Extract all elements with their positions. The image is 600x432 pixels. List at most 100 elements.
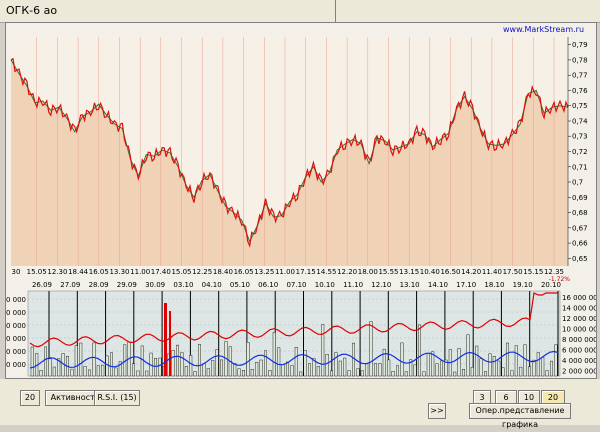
volume-bar: [153, 358, 157, 377]
volume-bar: [382, 348, 386, 377]
price-y-tick-label: 0,72: [572, 148, 588, 156]
volume-bar: [114, 367, 118, 377]
volume-bar: [197, 344, 201, 377]
price-y-tick-label: 0,78: [572, 56, 588, 64]
volume-bar: [457, 348, 461, 377]
volume-bar: [215, 349, 219, 377]
volume-bar: [369, 321, 373, 377]
volume-bar: [101, 364, 105, 377]
price-x-tick-label: 10.40: [420, 268, 440, 276]
volume-bar: [131, 363, 135, 377]
price-x-tick-label: 16.50: [440, 268, 460, 276]
price-x-tick-label: 12.25: [192, 268, 212, 276]
price-x-tick-label: 13.30: [109, 268, 129, 276]
volume-bar: [316, 366, 320, 377]
bottom-toolbar: 20 Активность R.S.I. (15) 3 дн. 6 дн. 10…: [0, 379, 600, 429]
volume-bar: [180, 352, 184, 377]
volume-bar: [70, 368, 74, 377]
volume-right-tick-label: 12 000 000: [562, 315, 596, 323]
volume-bar: [321, 324, 325, 377]
volume-bar: [96, 365, 100, 377]
title-divider: [335, 0, 336, 22]
volume-bar: [343, 357, 347, 377]
volume-bar: [299, 371, 303, 377]
price-x-tick-label: 14.55: [316, 268, 336, 276]
price-y-tick-label: 0,76: [572, 87, 588, 95]
volume-left-tick-label: 30 000: [6, 335, 26, 343]
price-x-axis: 30 15.05 12.30 18.44 16.05 13.30 11.00 17.40 15.…: [12, 268, 564, 276]
volume-bar: [360, 370, 364, 377]
view-mode-button[interactable]: Опер.представление графика: [469, 403, 571, 429]
volume-bar: [330, 370, 334, 377]
rsi-button[interactable]: R.S.I. (15): [94, 390, 140, 406]
price-x-tick-label: 13.25: [254, 268, 274, 276]
volume-bar: [422, 371, 426, 377]
volume-bar: [391, 371, 395, 377]
volume-bar: [74, 345, 78, 377]
price-x-tick-label: 13.15: [399, 268, 419, 276]
volume-left-tick-label: 10 000: [6, 361, 26, 369]
price-x-tick-label: 15.55: [378, 268, 398, 276]
volume-right-tick-label: 14 000 000: [562, 305, 596, 313]
volume-bar: [83, 366, 87, 377]
volume-right-tick-label: 4 000 000: [562, 357, 596, 365]
price-y-tick-label: 0,65: [572, 255, 588, 263]
volume-bar: [523, 344, 527, 377]
price-y-tick-label: 0,68: [572, 209, 588, 217]
price-y-tick-label: 0,71: [572, 163, 588, 171]
price-x-tick-label: 11.00: [275, 268, 295, 276]
volume-bar: [536, 352, 540, 377]
price-y-tick-label: 0,77: [572, 72, 588, 80]
volume-bar: [470, 367, 474, 377]
volume-bar: [514, 345, 518, 377]
volume-bar: [352, 342, 356, 377]
volume-bar: [44, 346, 48, 377]
volume-date-label: 12.10: [371, 281, 391, 289]
volume-date-label: 07.10: [286, 281, 306, 289]
volume-bar: [479, 358, 483, 377]
price-x-tick-label: 17.15: [296, 268, 316, 276]
volume-bar: [184, 366, 188, 377]
volume-bar: [136, 370, 140, 377]
period-input[interactable]: 20: [20, 390, 40, 406]
volume-bar: [250, 369, 254, 377]
volume-bar: [418, 324, 422, 377]
price-y-axis: 0,79 0,78 0,77 0,76 0,75 0,74 0,73 0,72 0,71 0,7 0…: [567, 37, 588, 266]
volume-date-label: 17.10: [456, 281, 476, 289]
price-x-tick-label: 16.05: [234, 268, 254, 276]
watermark-url: www.MarkStream.ru: [503, 25, 584, 34]
volume-bar: [211, 360, 215, 377]
volume-date-label: 20.10: [541, 281, 561, 289]
window-title: ОГК-6 ао: [6, 4, 58, 17]
volume-bar: [219, 359, 223, 377]
volume-bar: [347, 370, 351, 377]
volume-bar: [255, 362, 259, 377]
volume-bar: [356, 368, 360, 377]
scroll-forward-button[interactable]: >>: [428, 403, 446, 419]
volume-right-tick-label: 8 000 000: [562, 336, 596, 344]
volume-bar: [303, 350, 307, 377]
volume-bar: [488, 353, 492, 377]
price-x-tick-label: 12.30: [47, 268, 67, 276]
volume-bar: [237, 368, 241, 377]
volume-bar: [87, 369, 91, 377]
volume-bar: [308, 363, 312, 377]
volume-date-label: 03.10: [173, 281, 193, 289]
volume-bar: [202, 363, 206, 377]
volume-date-label: 26.09: [32, 281, 52, 289]
price-x-tick-label: 11.40: [482, 268, 502, 276]
volume-bar: [475, 345, 479, 377]
volume-bar: [528, 366, 532, 377]
volume-right-tick-label: 10 000 000: [562, 326, 596, 334]
volume-right-tick-label: 16 000 000: [562, 294, 596, 302]
volume-bar: [277, 347, 281, 377]
volume-bar: [175, 344, 179, 377]
volume-bar: [140, 345, 144, 377]
volume-date-label: 05.10: [230, 281, 250, 289]
volume-bar: [545, 370, 549, 377]
price-y-tick-label: 0,66: [572, 240, 588, 248]
volume-bar: [241, 370, 245, 377]
volume-date-label: 30.09: [145, 281, 165, 289]
volume-bar: [453, 371, 457, 377]
volume-date-label: 04.10: [202, 281, 222, 289]
